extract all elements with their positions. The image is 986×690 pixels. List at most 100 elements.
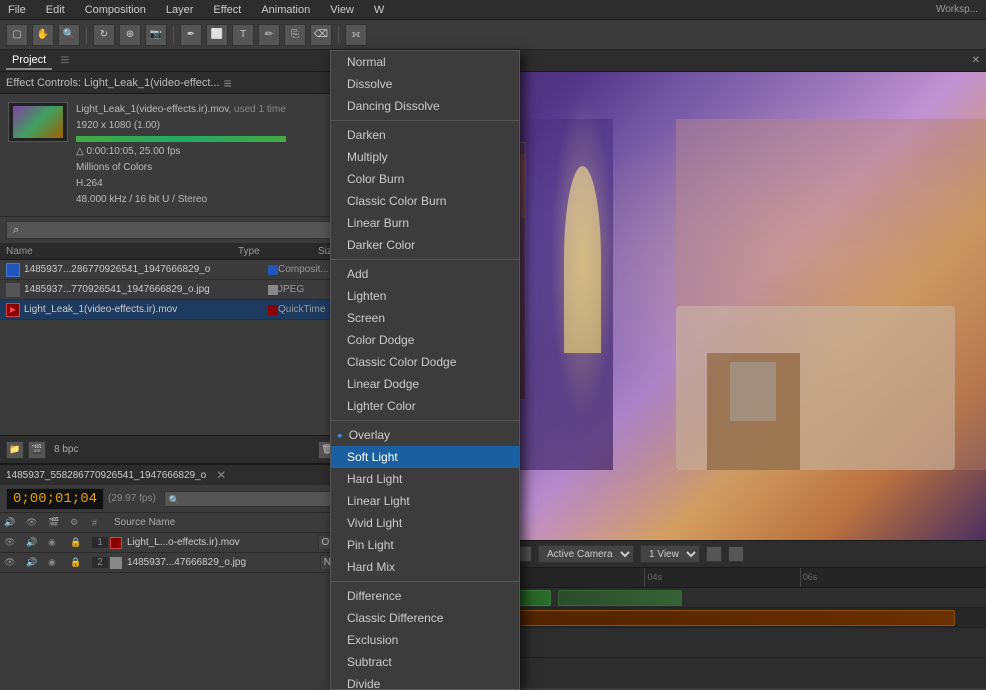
clip-name: Light_Leak_1(video-effects.ir).mov, used… [76,102,286,118]
file-item-comp[interactable]: 1485937...286770926541_1947666829_o Comp… [0,260,364,280]
blend-mode-lighter-color[interactable]: Lighter Color [331,395,519,417]
clone-tool[interactable]: ⎘ [284,24,306,46]
rotate-tool[interactable]: ↻ [93,24,115,46]
project-tab[interactable]: Project [6,52,52,70]
blend-mode-overlay[interactable]: ●Overlay [331,424,519,446]
blend-mode-screen[interactable]: Screen [331,307,519,329]
blend-mode-vivid-light[interactable]: Vivid Light [331,512,519,534]
clip-duration: △ 0:00:10:05, 25.00 fps [76,144,286,160]
paint-tool[interactable]: ✏ [258,24,280,46]
menu-view[interactable]: View [326,4,358,16]
select-tool[interactable]: ▢ [6,24,28,46]
file-list-header: Name Type Size [0,244,364,260]
viewer-expand[interactable] [728,546,744,562]
new-folder-btn[interactable]: 📁 [6,441,24,459]
blend-mode-difference[interactable]: Difference [331,585,519,607]
file-item-mov[interactable]: ▶ Light_Leak_1(video-effects.ir).mov Qui… [0,300,364,320]
file-item-jpeg[interactable]: 1485937...770926541_1947666829_o.jpg JPE… [0,280,364,300]
track-clip-1b[interactable] [558,590,682,606]
clip-colors: Millions of Colors [76,160,286,176]
layer-1-lock[interactable]: 🔒 [70,537,90,548]
viewer-close[interactable]: ✕ [972,55,980,66]
eraser-tool[interactable]: ⌫ [310,24,332,46]
blend-mode-linear-burn[interactable]: Linear Burn [331,212,519,234]
menu-separator [331,420,519,421]
blend-mode-darken[interactable]: Darken [331,124,519,146]
layer-1-solo[interactable]: ◉ [48,537,68,548]
viewer-fast-preview[interactable] [706,546,722,562]
menu-file[interactable]: File [4,4,30,16]
search-timeline[interactable]: 🔍 [164,491,334,507]
blend-mode-subtract[interactable]: Subtract [331,651,519,673]
comp-color [268,265,278,275]
menu-animation[interactable]: Animation [257,4,314,16]
panel-menu-btn[interactable]: ≡ [224,75,232,91]
panel-footer: 📁 🎬 8 bpc 🗑 ◄ [0,435,364,463]
layer-1-icon [110,537,122,549]
timeline-close[interactable]: ✕ [216,468,226,482]
toolbar: ▢ ✋ 🔍 ↻ ⊕ 📷 ✒ ⬜ T ✏ ⎘ ⌫ ⟗ [0,20,986,50]
blend-mode-color-dodge[interactable]: Color Dodge [331,329,519,351]
blend-mode-dancing-dissolve[interactable]: Dancing Dissolve [331,95,519,117]
layer-2-icon [110,557,122,569]
blend-mode-hard-light[interactable]: Hard Light [331,468,519,490]
search-input[interactable] [6,221,358,239]
layer-2-vis[interactable]: 👁 [4,557,24,568]
menu-separator [331,581,519,582]
orbit-tool[interactable]: ⊕ [119,24,141,46]
menu-edit[interactable]: Edit [42,4,69,16]
blend-mode-classic-color-dodge[interactable]: Classic Color Dodge [331,351,519,373]
search-bar [0,217,364,244]
menu-separator [331,120,519,121]
layer-row-1[interactable]: 👁 🔊 ◉ 🔒 1 Light_L...o-effects.ir).mov Ov… [0,533,364,553]
blend-mode-classic-difference[interactable]: Classic Difference [331,607,519,629]
blend-mode-linear-light[interactable]: Linear Light [331,490,519,512]
blend-mode-classic-color-burn[interactable]: Classic Color Burn [331,190,519,212]
clip-details: Light_Leak_1(video-effects.ir).mov, used… [76,102,286,208]
timecode-display[interactable]: 0;00;01;04 [6,488,104,510]
blend-mode-divide[interactable]: Divide [331,673,519,690]
blend-mode-darker-color[interactable]: Darker Color [331,234,519,256]
blend-mode-multiply[interactable]: Multiply [331,146,519,168]
blend-mode-dissolve[interactable]: Dissolve [331,73,519,95]
views-select[interactable]: 1 View [640,545,700,563]
mov-color [268,305,278,315]
clip-resolution: 1920 x 1080 (1.00) [76,118,286,134]
ruler-4s: 04s [644,568,662,587]
file-name-jpeg: 1485937...770926541_1947666829_o.jpg [24,284,264,295]
mask-tool[interactable]: ⬜ [206,24,228,46]
layer-2-lock[interactable]: 🔒 [70,557,90,568]
blend-mode-exclusion[interactable]: Exclusion [331,629,519,651]
layer-1-vis[interactable]: 👁 [4,537,24,548]
zoom-tool[interactable]: 🔍 [58,24,80,46]
camera-select[interactable]: Active Camera [538,545,634,563]
layer-row-2[interactable]: 👁 🔊 ◉ 🔒 2 1485937...47666829_o.jpg Norma… [0,553,364,573]
blend-mode-linear-dodge[interactable]: Linear Dodge [331,373,519,395]
blend-mode-add[interactable]: Add [331,263,519,285]
timeline-controls: 0;00;01;04 (29.97 fps) 🔍 ⊕ [0,485,364,513]
menu-effect[interactable]: Effect [209,4,245,16]
blend-mode-lighten[interactable]: Lighten [331,285,519,307]
source-name-label: Source Name [114,517,360,528]
composition-btn[interactable]: 🎬 [28,441,46,459]
left-panel: Project ≡ Effect Controls: Light_Leak_1(… [0,50,365,688]
camera-tool[interactable]: 📷 [145,24,167,46]
menu-layer[interactable]: Layer [162,4,198,16]
layer-2-solo[interactable]: ◉ [48,557,68,568]
hand-tool[interactable]: ✋ [32,24,54,46]
layer-1-name: Light_L...o-effects.ir).mov [127,537,316,548]
blend-mode-color-burn[interactable]: Color Burn [331,168,519,190]
menu-composition[interactable]: Composition [81,4,150,16]
blend-mode-pin-light[interactable]: Pin Light [331,534,519,556]
blend-mode-hard-mix[interactable]: Hard Mix [331,556,519,578]
type-tool[interactable]: T [232,24,254,46]
layer-2-audio[interactable]: 🔊 [26,557,46,568]
blend-mode-normal[interactable]: Normal [331,51,519,73]
panel-drag: ≡ [60,52,69,70]
puppet-tool[interactable]: ⟗ [345,24,367,46]
layer-1-audio[interactable]: 🔊 [26,537,46,548]
blend-mode-soft-light[interactable]: Soft Light [331,446,519,468]
blend-mode-dropdown: NormalDissolveDancing Dissolve DarkenMult… [330,50,520,690]
menu-w[interactable]: W [370,4,388,16]
pen-tool[interactable]: ✒ [180,24,202,46]
